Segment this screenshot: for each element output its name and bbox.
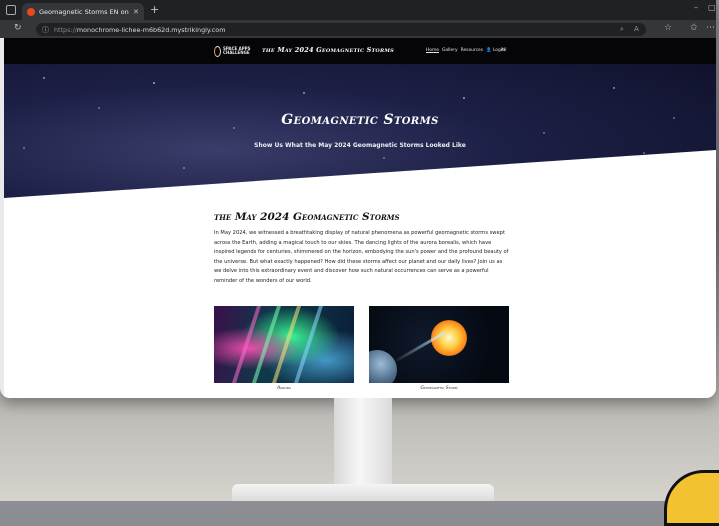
site-info-icon[interactable]: ⓘ [42,25,49,35]
hero-title: Geomagnetic Storms [281,112,439,128]
site-title[interactable]: the May 2024 Geomagnetic Storms [262,46,394,54]
nav-home[interactable]: Home [426,48,439,53]
search-icon[interactable]: ⌕ [620,25,624,34]
section-title: the May 2024 Geomagnetic Storms [214,211,400,223]
nav-resources[interactable]: Resources [461,48,483,53]
image-caption: Aurora [277,386,291,391]
geomagnetic-storm-image[interactable] [369,306,509,383]
browser-tabstrip: Geomagnetic Storms EN on Strik ✕ + – ▢ [0,0,716,20]
logo-ring-icon [214,45,222,57]
gallery-card-storm[interactable]: Geomagnetic Storm [369,306,509,391]
hero-subtitle: Show Us What the May 2024 Geomagnetic St… [254,142,466,149]
maximize-icon[interactable]: ▢ [708,3,716,12]
section-body: In May 2024, we witnessed a breathtaking… [214,230,509,284]
monitor-screen: Geomagnetic Storms EN on Strik ✕ + – ▢ ↻… [0,0,716,398]
space-apps-logo[interactable]: SPACE APPS CHALLENGE [214,44,254,58]
address-bar[interactable]: ⓘ https://monochrome-lichee-m6b62d.mystr… [36,23,646,36]
close-tab-icon[interactable]: ✕ [133,8,139,16]
more-menu-icon[interactable]: ⋯ [706,23,715,33]
reload-icon[interactable]: ↻ [14,23,22,33]
image-caption: Geomagnetic Storm [420,386,458,391]
browser-tab[interactable]: Geomagnetic Storms EN on Strik ✕ [22,3,144,20]
read-aloud-icon[interactable]: A [634,25,639,33]
planet-graphic [369,350,397,383]
favorite-star-icon[interactable]: ☆ [664,23,672,33]
gallery-card-aurora[interactable]: Aurora [214,306,354,391]
new-tab-button[interactable]: + [150,3,159,16]
site-favicon-icon [27,7,35,16]
browser-toolbar: ↻ ⓘ https://monochrome-lichee-m6b62d.mys… [0,20,716,38]
web-page: SPACE APPS CHALLENGE the May 2024 Geomag… [4,38,716,398]
aurora-image[interactable] [214,306,354,383]
site-navbar: SPACE APPS CHALLENGE the May 2024 Geomag… [4,38,716,64]
nav-all[interactable]: All [501,48,506,53]
monitor-stand-base [232,484,494,501]
decorative-corner-shape [664,470,719,526]
favorites-icon[interactable]: ✩ [690,23,698,33]
tab-title: Geomagnetic Storms EN on Strik [39,7,129,16]
nav-gallery[interactable]: Gallery [442,48,458,53]
nav-menu: Home Gallery Resources 👤 Login [426,48,505,53]
monitor-stand-neck [334,398,392,486]
minimize-icon[interactable]: – [694,3,698,12]
tab-actions-icon[interactable] [6,5,16,15]
url-text: https://monochrome-lichee-m6b62d.mystrik… [54,25,226,34]
